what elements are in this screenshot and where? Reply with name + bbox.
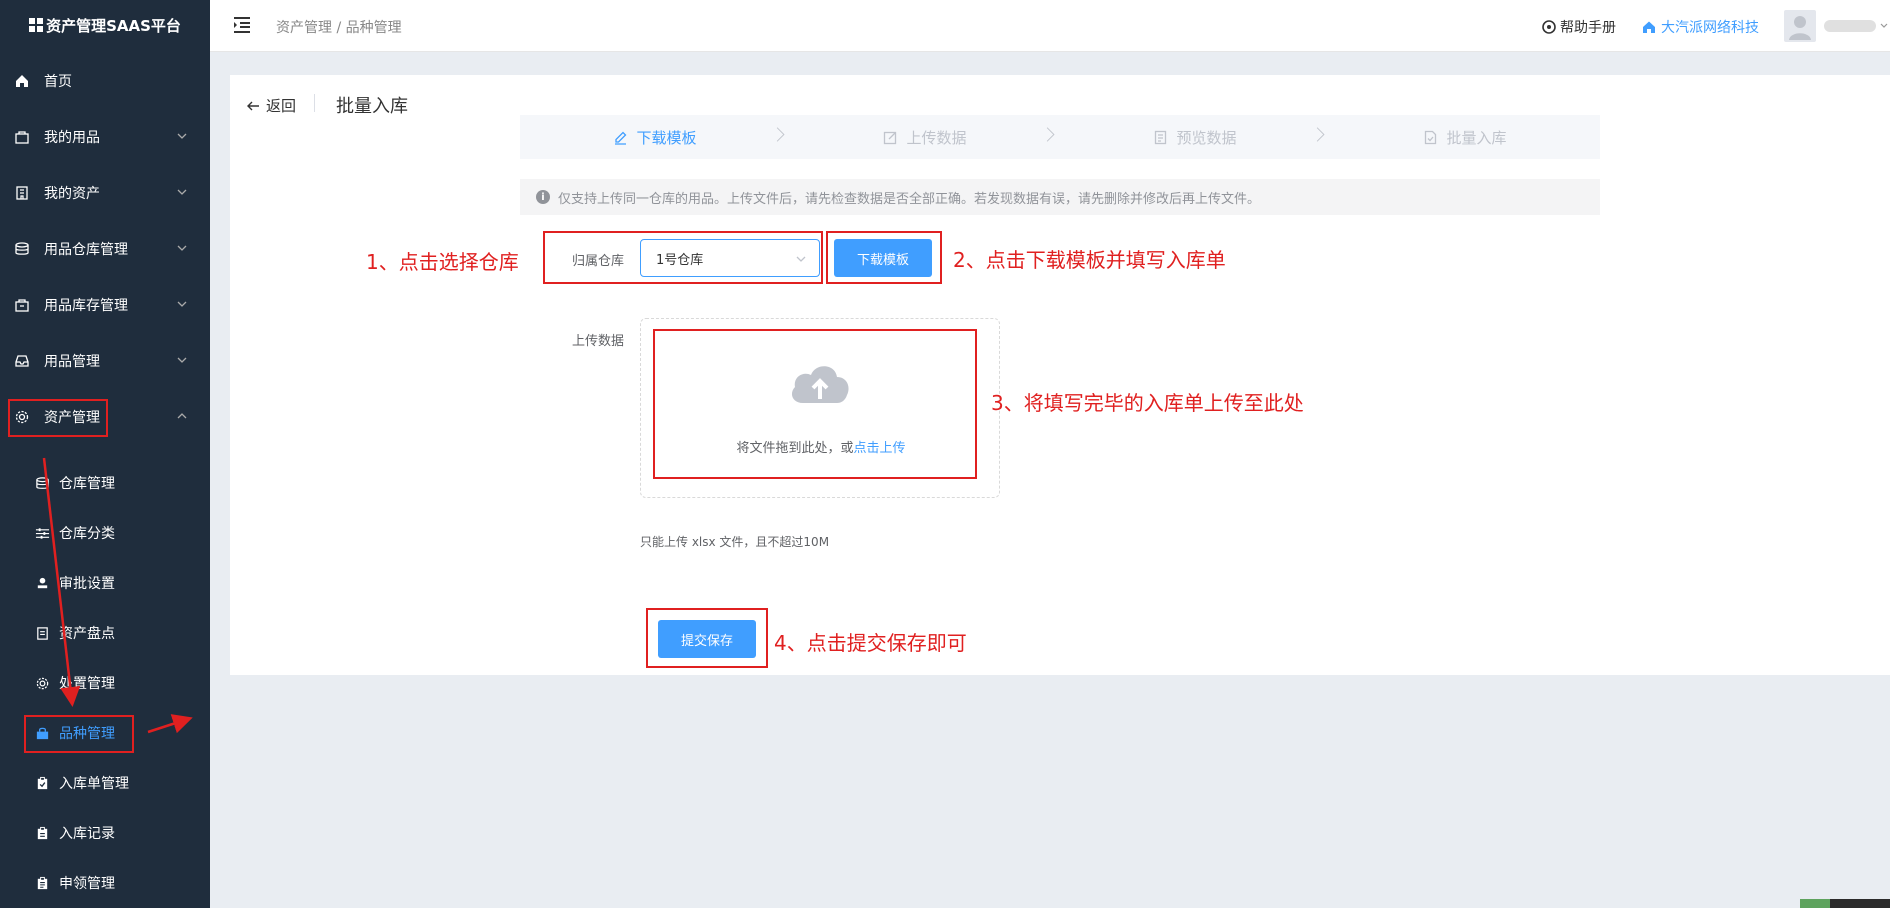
bag-icon [14,129,30,145]
chevron-down-icon[interactable] [1880,22,1888,30]
submenu-item-approval[interactable]: 审批设置 [0,563,210,603]
submenu-item-disposal[interactable]: 处置管理 [0,663,210,703]
inbox-icon [14,353,30,369]
annotation-box-submit [646,608,768,668]
page-title: 批量入库 [336,96,408,117]
clipboard-icon [34,825,50,841]
help-icon [1542,20,1556,34]
back-button[interactable]: 返回 [246,95,296,116]
submenu-item-label: 处置管理 [59,676,115,692]
menu-item-supply-stock[interactable]: 用品库存管理 [0,285,210,325]
home-icon [14,73,30,89]
steps-bar: 下载模板 上传数据 预览数据 批量入库 [520,115,1600,159]
app-title: 资产管理SAAS平台 [46,16,181,35]
breadcrumb: 资产管理 / 品种管理 [276,20,402,36]
step-preview-data: 预览数据 [1060,115,1330,159]
step-upload-data: 上传数据 [790,115,1060,159]
submenu-item-label: 资产盘点 [59,626,115,642]
annotation-box-asset-management [8,399,108,437]
sliders-icon [34,525,50,541]
corner-decoration [1800,899,1890,908]
gear-icon [34,675,50,691]
submenu-item-label: 审批设置 [59,576,115,592]
annotation-box-upload [653,329,977,479]
stamp-icon [34,575,50,591]
chevron-down-icon [177,357,187,363]
submenu-item-label: 仓库分类 [59,526,115,542]
box-icon [14,297,30,313]
menu-item-label: 用品管理 [44,354,100,370]
info-icon: i [536,190,550,204]
file-check-icon [1425,130,1437,144]
avatar[interactable] [1784,10,1816,42]
home-icon [1643,21,1655,33]
annotation-note-4: 4、点击提交保存即可 [774,631,967,655]
menu-item-my-assets[interactable]: 我的资产 [0,173,210,213]
clipboard-check-icon [34,775,50,791]
step-arrow-icon [1046,127,1055,142]
menu-item-label: 用品库存管理 [44,298,128,314]
annotation-note-2: 2、点击下载模板并填写入库单 [953,248,1226,272]
step-download-template: 下载模板 [520,115,790,159]
step-arrow-icon [776,127,785,142]
clipboard-list-icon [34,875,50,891]
submenu-item-warehouse-category[interactable]: 仓库分类 [0,513,210,553]
annotation-box-warehouse [543,231,823,284]
submenu-item-label: 入库记录 [59,826,115,842]
submenu-item-label: 申领管理 [59,876,115,892]
main-card [230,75,1890,675]
menu-item-my-supplies[interactable]: 我的用品 [0,117,210,157]
header-divider [314,94,315,112]
chevron-down-icon [177,133,187,139]
submenu-item-label: 仓库管理 [59,476,115,492]
help-manual-link[interactable]: 帮助手册 [1542,17,1616,37]
submenu-item-label: 入库单管理 [59,776,129,792]
step-arrow-icon [1316,127,1325,142]
menu-item-home[interactable]: 首页 [0,61,210,101]
chevron-down-icon [177,301,187,307]
menu-fold-icon[interactable] [232,15,252,35]
database-icon [14,241,30,257]
submenu-item-inbound-record[interactable]: 入库记录 [0,813,210,853]
menu-item-supply-management[interactable]: 用品管理 [0,341,210,381]
menu-item-supply-warehouse[interactable]: 用品仓库管理 [0,229,210,269]
annotation-box-variety [24,715,134,753]
building-icon [14,185,30,201]
annotation-note-3: 3、将填写完毕的入库单上传至此处 [991,391,1304,415]
upload-label: 上传数据 [572,334,625,349]
submenu-item-warehouse[interactable]: 仓库管理 [0,463,210,503]
chevron-down-icon [177,189,187,195]
menu-item-label: 我的资产 [44,186,100,202]
sidebar: 资产管理SAAS平台 首页 我的用品 我的资产 用品仓库管理 用品库存管理 用品… [0,0,210,908]
upload-tip: 只能上传 xlsx 文件，且不超过10M [640,535,830,549]
menu-item-label: 用品仓库管理 [44,242,128,258]
database-icon [34,475,50,491]
info-alert: i 仅支持上传同一仓库的用品。上传文件后，请先检查数据是否全部正确。若发现数据有… [520,179,1600,215]
edit-icon [615,131,627,145]
company-link[interactable]: 大汽派网络科技 [1642,17,1759,37]
user-name-blurred[interactable] [1824,20,1876,32]
submenu-item-requisition[interactable]: 申领管理 [0,863,210,903]
menu-item-label: 首页 [44,74,72,90]
edit-box-icon [884,131,897,144]
submenu-item-inbound-order[interactable]: 入库单管理 [0,763,210,803]
document-icon [1155,130,1167,144]
user-icon [1789,16,1811,40]
arrow-left-icon [247,101,259,110]
app-logo[interactable]: 资产管理SAAS平台 [0,0,210,50]
annotation-box-download [826,231,942,284]
top-header: 资产管理 / 品种管理 帮助手册 大汽派网络科技 [210,0,1890,52]
chevron-down-icon [177,245,187,251]
submenu-item-asset-inventory[interactable]: 资产盘点 [0,613,210,653]
grid-logo-icon [29,18,44,32]
document-icon [34,625,50,641]
chevron-up-icon [177,413,187,419]
annotation-note-1: 1、点击选择仓库 [366,250,519,274]
menu-item-label: 我的用品 [44,130,100,146]
step-batch-inbound: 批量入库 [1330,115,1600,159]
